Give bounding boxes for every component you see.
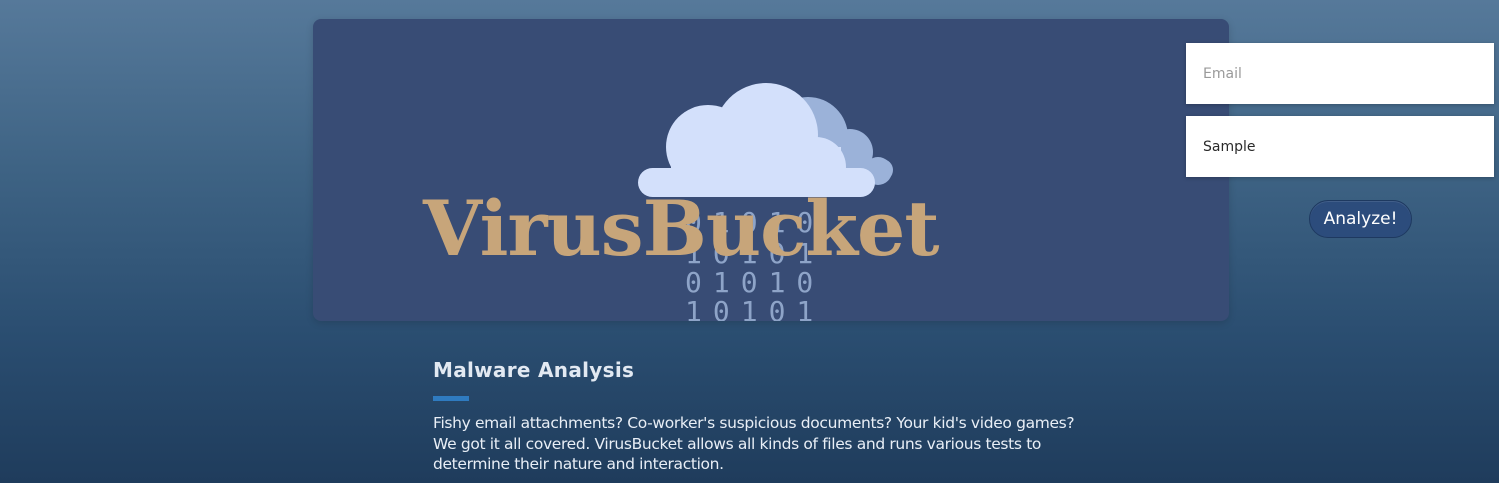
sample-file-field[interactable]: Sample	[1186, 116, 1494, 177]
section-description: Fishy email attachments? Co-worker's sus…	[433, 414, 1075, 473]
brand-logo-text: VirusBucket	[423, 184, 939, 273]
analyze-button[interactable]: Analyze!	[1309, 200, 1412, 238]
title-underline	[433, 396, 469, 401]
section-title: Malware Analysis	[433, 358, 635, 382]
binary-row-4: 10101	[685, 295, 825, 321]
hero-banner: 01010 10101 01010 10101 VirusBucket	[313, 19, 1229, 321]
email-field[interactable]	[1186, 43, 1494, 104]
